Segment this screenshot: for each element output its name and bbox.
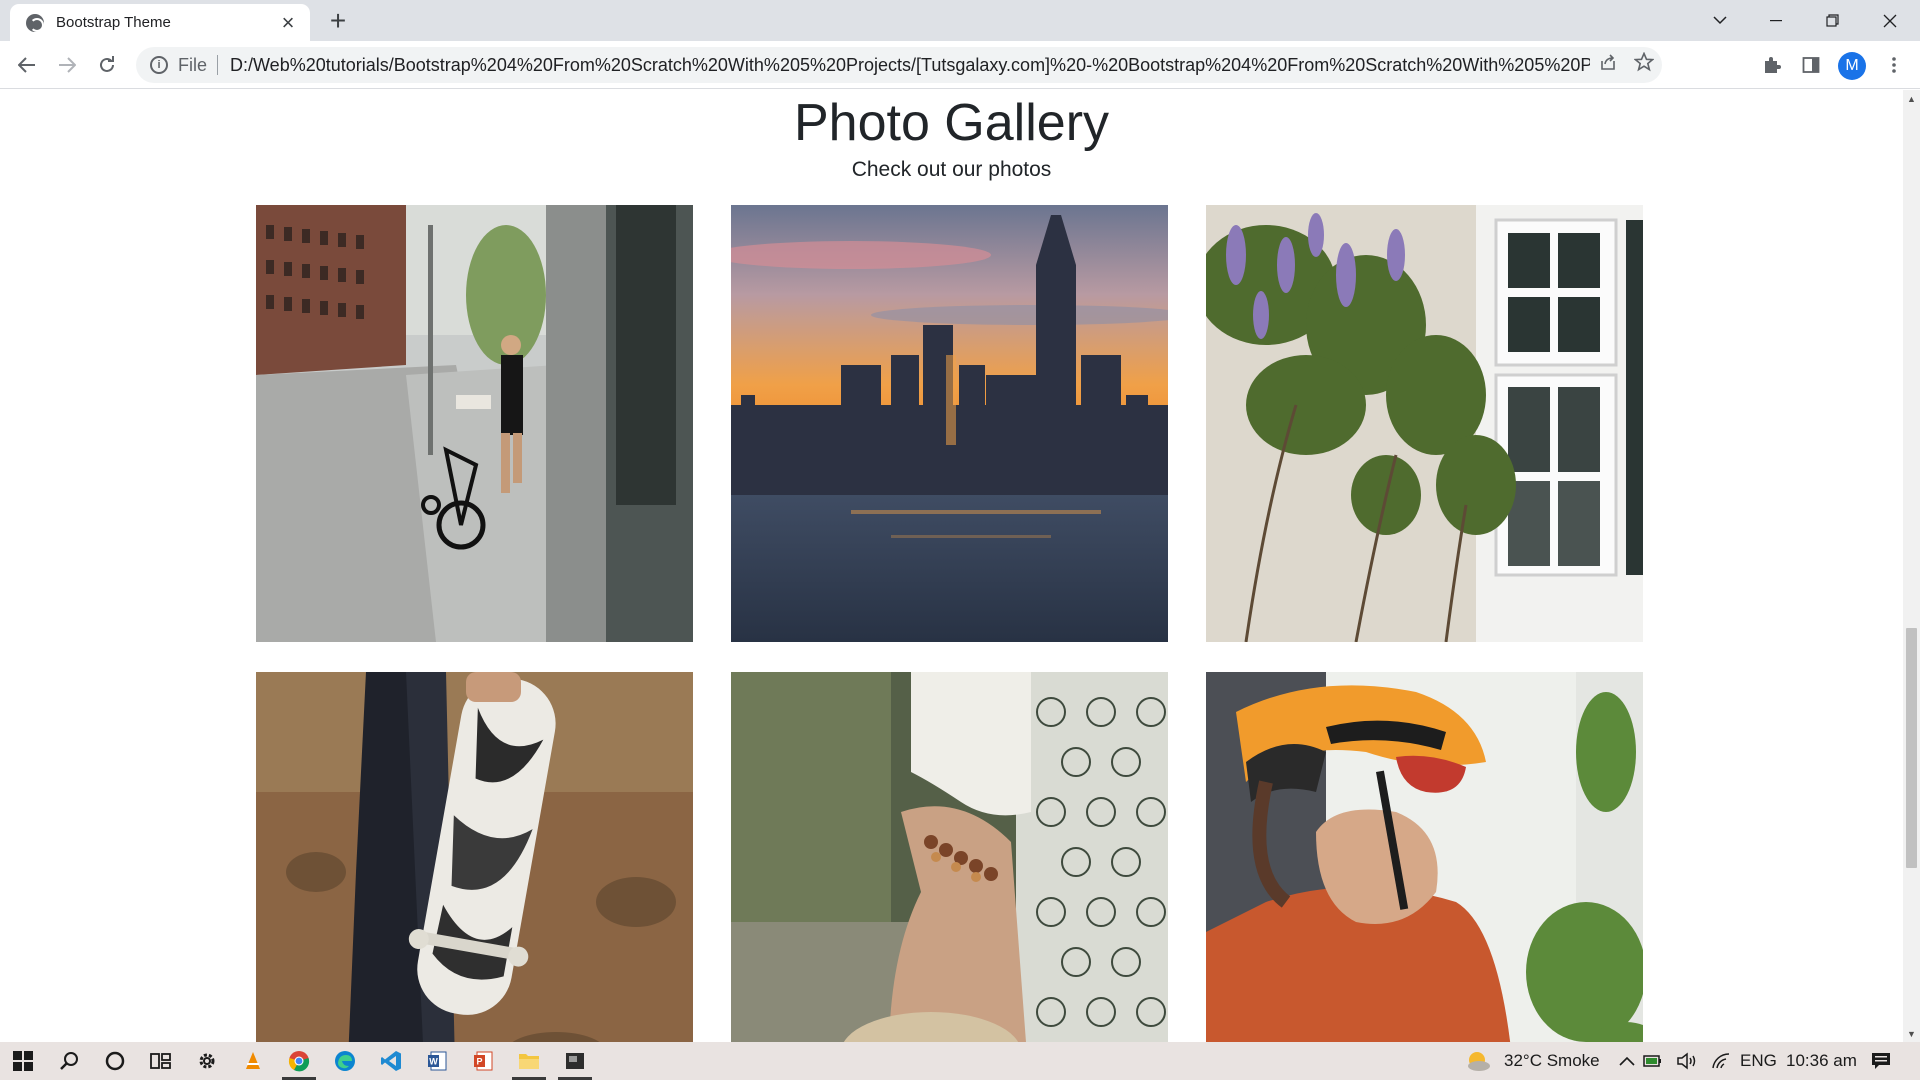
wifi-icon[interactable] [1698, 1042, 1744, 1080]
svg-text:W: W [429, 1057, 438, 1067]
chrome-icon[interactable] [276, 1042, 322, 1080]
site-info-icon[interactable]: i [150, 56, 168, 74]
svg-text:P: P [476, 1057, 482, 1067]
new-tab-button[interactable]: + [322, 6, 354, 38]
clock[interactable]: 10:36 am [1786, 1042, 1857, 1080]
browser-tab[interactable]: Bootstrap Theme × [10, 4, 310, 41]
close-tab-icon[interactable]: × [276, 10, 300, 35]
edge-icon[interactable] [322, 1042, 368, 1080]
side-panel-icon[interactable] [1794, 48, 1828, 82]
street-photo-image [256, 205, 693, 642]
terminal-app-icon[interactable] [552, 1042, 598, 1080]
minimize-button[interactable] [1748, 0, 1804, 41]
bracelets-photo-image [731, 672, 1168, 1042]
profile-avatar[interactable]: M [1838, 52, 1866, 80]
extensions-icon[interactable] [1755, 48, 1789, 82]
cyclist-photo-image [1206, 672, 1643, 1042]
language-indicator[interactable]: ENG [1740, 1042, 1777, 1080]
reload-button[interactable] [90, 48, 124, 82]
scrollbar-thumb[interactable] [1906, 628, 1917, 868]
skyline-photo-image [731, 205, 1168, 642]
page-title: Photo Gallery [793, 94, 1110, 152]
page-subtitle: Check out our photos [851, 158, 1052, 181]
skateboard-photo-image [256, 672, 693, 1042]
gallery-photo-skyline[interactable] [731, 205, 1168, 642]
cortana-icon[interactable] [92, 1042, 138, 1080]
close-window-button[interactable] [1862, 0, 1918, 41]
page-scrollbar[interactable]: ▲ ▼ [1903, 90, 1920, 1042]
windows-taskbar: W P 32°C Smoke ENG 10:36 am [0, 1042, 1920, 1080]
menu-kebab-icon[interactable] [1877, 48, 1911, 82]
bookmark-star-icon[interactable] [1626, 51, 1662, 78]
forward-button[interactable] [50, 48, 84, 82]
task-view-icon[interactable] [138, 1042, 184, 1080]
notification-icon[interactable] [1858, 1042, 1904, 1080]
gallery-photo-window[interactable] [1206, 205, 1643, 642]
scroll-up-arrow-icon[interactable]: ▲ [1903, 90, 1920, 107]
gallery-photo-cyclist[interactable] [1206, 672, 1643, 1042]
tab-strip: Bootstrap Theme × + [0, 0, 1920, 41]
search-icon[interactable] [46, 1042, 92, 1080]
settings-gear-icon[interactable] [184, 1042, 230, 1080]
gallery-photo-street[interactable] [256, 205, 693, 642]
windows-start-icon[interactable] [0, 1042, 46, 1080]
weather-text[interactable]: 32°C Smoke [1504, 1042, 1600, 1080]
page-viewport: Photo Gallery Check out our photos [0, 90, 1903, 1042]
divider [217, 55, 219, 75]
address-bar[interactable]: i File D:/Web%20tutorials/Bootstrap%204%… [136, 47, 1662, 83]
tab-title: Bootstrap Theme [56, 14, 171, 31]
file-explorer-icon[interactable] [506, 1042, 552, 1080]
browser-toolbar: i File D:/Web%20tutorials/Bootstrap%204%… [0, 41, 1920, 89]
word-icon[interactable]: W [414, 1042, 460, 1080]
url-text[interactable]: D:/Web%20tutorials/Bootstrap%204%20From%… [230, 55, 1590, 76]
scroll-down-arrow-icon[interactable]: ▼ [1903, 1025, 1920, 1042]
powerpoint-icon[interactable]: P [460, 1042, 506, 1080]
restore-button[interactable] [1804, 0, 1860, 41]
back-button[interactable] [10, 48, 44, 82]
globe-icon [26, 13, 44, 32]
vlc-icon[interactable] [230, 1042, 276, 1080]
gallery-photo-skateboard[interactable] [256, 672, 693, 1042]
scheme-label: File [178, 54, 208, 75]
gallery-photo-bracelets[interactable] [731, 672, 1168, 1042]
vscode-icon[interactable] [368, 1042, 414, 1080]
window-photo-image [1206, 205, 1643, 642]
share-icon[interactable] [1590, 53, 1626, 77]
weather-sun-icon[interactable] [1455, 1042, 1501, 1080]
tab-search-icon[interactable] [1692, 0, 1748, 41]
